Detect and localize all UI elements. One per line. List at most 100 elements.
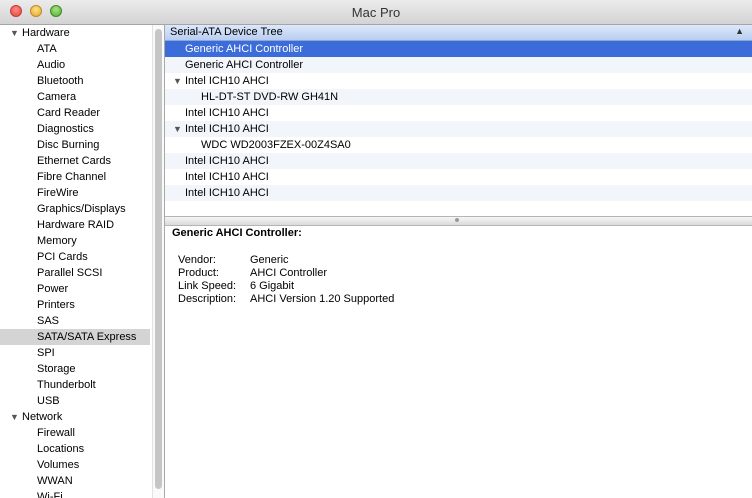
- property-key: Vendor:: [178, 254, 216, 266]
- device-tree-row[interactable]: Intel ICH10 AHCI: [165, 153, 752, 169]
- sidebar-item[interactable]: Volumes: [0, 457, 150, 473]
- sidebar-item[interactable]: Firewall: [0, 425, 150, 441]
- sidebar-item-label: Audio: [37, 59, 66, 71]
- device-tree-row[interactable]: HL-DT-ST DVD-RW GH41N: [165, 89, 752, 105]
- property-value: Generic: [250, 254, 289, 266]
- device-tree-row-label: Intel ICH10 AHCI: [185, 75, 269, 87]
- disclosure-triangle-icon[interactable]: ▼: [173, 73, 182, 89]
- sort-arrow-icon: ▲: [735, 26, 744, 36]
- split-grip-icon: [455, 218, 459, 222]
- sidebar-item-label: Camera: [37, 91, 77, 103]
- sidebar-item-label: Ethernet Cards: [37, 155, 111, 167]
- sidebar-item-label: Volumes: [37, 459, 80, 471]
- property-key: Product:: [178, 267, 219, 279]
- sidebar-item[interactable]: SATA/SATA Express: [0, 329, 150, 345]
- device-tree-header[interactable]: Serial-ATA Device Tree ▲: [165, 25, 752, 41]
- device-tree-row[interactable]: Intel ICH10 AHCI: [165, 169, 752, 185]
- device-tree-row[interactable]: Intel ICH10 AHCI: [165, 185, 752, 201]
- sidebar-item[interactable]: ATA: [0, 41, 150, 57]
- sidebar-item-label: Diagnostics: [37, 123, 94, 135]
- sidebar-item-label: ATA: [37, 43, 57, 55]
- sidebar-item[interactable]: Audio: [0, 57, 150, 73]
- sidebar-item[interactable]: Storage: [0, 361, 150, 377]
- sidebar-item-label: PCI Cards: [37, 251, 88, 263]
- property-value: AHCI Controller: [250, 267, 328, 279]
- sidebar-item[interactable]: USB: [0, 393, 150, 409]
- sidebar-item-label: Disc Burning: [37, 139, 100, 151]
- sidebar-item-label: Fibre Channel: [37, 171, 107, 183]
- sidebar-item[interactable]: Printers: [0, 297, 150, 313]
- sidebar-item-label: Locations: [37, 443, 85, 455]
- sidebar-item[interactable]: Camera: [0, 89, 150, 105]
- sidebar-item-label: SATA/SATA Express: [37, 331, 137, 343]
- sidebar-item-label: Storage: [37, 363, 76, 375]
- sidebar-item[interactable]: WWAN: [0, 473, 150, 489]
- sidebar-item[interactable]: Fibre Channel: [0, 169, 150, 185]
- sidebar-item[interactable]: Wi-Fi: [0, 489, 150, 498]
- sidebar-item[interactable]: Disc Burning: [0, 137, 150, 153]
- sidebar-item[interactable]: Parallel SCSI: [0, 265, 150, 281]
- sidebar-item[interactable]: SPI: [0, 345, 150, 361]
- disclosure-triangle-icon[interactable]: ▼: [10, 409, 19, 425]
- sidebar-item[interactable]: Thunderbolt: [0, 377, 150, 393]
- device-tree-row-label: Intel ICH10 AHCI: [185, 123, 269, 135]
- device-tree-row-label: Intel ICH10 AHCI: [185, 155, 269, 167]
- sidebar-item[interactable]: SAS: [0, 313, 150, 329]
- property-value: AHCI Version 1.20 Supported: [250, 293, 395, 305]
- sidebar-item-label: Memory: [37, 235, 77, 247]
- sidebar-item-label: Firewall: [37, 427, 75, 439]
- detail-title: Generic AHCI Controller:: [172, 227, 302, 239]
- sidebar-item-label: WWAN: [37, 475, 73, 487]
- device-tree-row[interactable]: ▼ Intel ICH10 AHCI: [165, 121, 752, 137]
- sidebar-item-label: USB: [37, 395, 60, 407]
- sidebar-scrollbar-thumb[interactable]: [155, 29, 162, 489]
- sidebar-item[interactable]: FireWire: [0, 185, 150, 201]
- sidebar-item-label: Hardware RAID: [37, 219, 115, 231]
- sidebar: ▼ Hardware ATA Audio Bluetooth Camera Card Rea…: [0, 25, 152, 498]
- device-tree-row-label: Intel ICH10 AHCI: [185, 187, 269, 199]
- sidebar-item-label: Graphics/Displays: [37, 203, 126, 215]
- disclosure-triangle-icon[interactable]: ▼: [173, 121, 182, 137]
- sidebar-item[interactable]: Memory: [0, 233, 150, 249]
- device-tree-row-label: WDC WD2003FZEX-00Z4SA0: [201, 139, 351, 151]
- sidebar-item-label: Wi-Fi: [37, 491, 63, 498]
- title-bar: Mac Pro: [0, 0, 752, 25]
- sidebar-item-label: SAS: [37, 315, 60, 327]
- sidebar-item-label: Parallel SCSI: [37, 267, 103, 279]
- sidebar-section-label: Hardware: [22, 27, 70, 39]
- device-tree-row[interactable]: Intel ICH10 AHCI: [165, 105, 752, 121]
- sidebar-item[interactable]: Diagnostics: [0, 121, 150, 137]
- property-key: Description:: [178, 293, 237, 305]
- sidebar-item-label: SPI: [37, 347, 55, 359]
- device-tree-row[interactable]: Generic AHCI Controller: [165, 57, 752, 73]
- device-tree-row[interactable]: Generic AHCI Controller: [165, 41, 752, 57]
- device-tree-row[interactable]: ▼ Intel ICH10 AHCI: [165, 73, 752, 89]
- detail-pane: Generic AHCI Controller: Vendor: Generic P…: [165, 226, 752, 498]
- device-tree-row-label: Intel ICH10 AHCI: [185, 107, 269, 119]
- sidebar-item[interactable]: Graphics/Displays: [0, 201, 150, 217]
- sidebar-item[interactable]: PCI Cards: [0, 249, 150, 265]
- sidebar-section-label: Network: [22, 411, 63, 423]
- sidebar-item-label: Power: [37, 283, 69, 295]
- sidebar-item[interactable]: Power: [0, 281, 150, 297]
- sidebar-item[interactable]: Locations: [0, 441, 150, 457]
- disclosure-triangle-icon[interactable]: ▼: [10, 25, 19, 41]
- device-tree-row-label: HL-DT-ST DVD-RW GH41N: [201, 91, 339, 103]
- sidebar-section-network[interactable]: ▼ Network: [0, 409, 150, 425]
- property-value: 6 Gigabit: [250, 280, 295, 292]
- sidebar-item[interactable]: Ethernet Cards: [0, 153, 150, 169]
- sidebar-scrollbar[interactable]: [152, 25, 164, 498]
- device-tree-row-label: Generic AHCI Controller: [185, 59, 303, 71]
- sidebar-item-label: Thunderbolt: [37, 379, 96, 391]
- sidebar-section-hardware[interactable]: ▼ Hardware: [0, 25, 150, 41]
- sidebar-item-label: Printers: [37, 299, 75, 311]
- sidebar-item[interactable]: Bluetooth: [0, 73, 150, 89]
- property-key: Link Speed:: [178, 280, 237, 292]
- horizontal-split-handle[interactable]: [165, 216, 752, 226]
- sidebar-item-label: Bluetooth: [37, 75, 84, 87]
- device-tree-empty-row: [165, 201, 752, 215]
- sidebar-item[interactable]: Card Reader: [0, 105, 150, 121]
- device-tree-row[interactable]: WDC WD2003FZEX-00Z4SA0: [165, 137, 752, 153]
- device-tree-row-label: Intel ICH10 AHCI: [185, 171, 269, 183]
- sidebar-item[interactable]: Hardware RAID: [0, 217, 150, 233]
